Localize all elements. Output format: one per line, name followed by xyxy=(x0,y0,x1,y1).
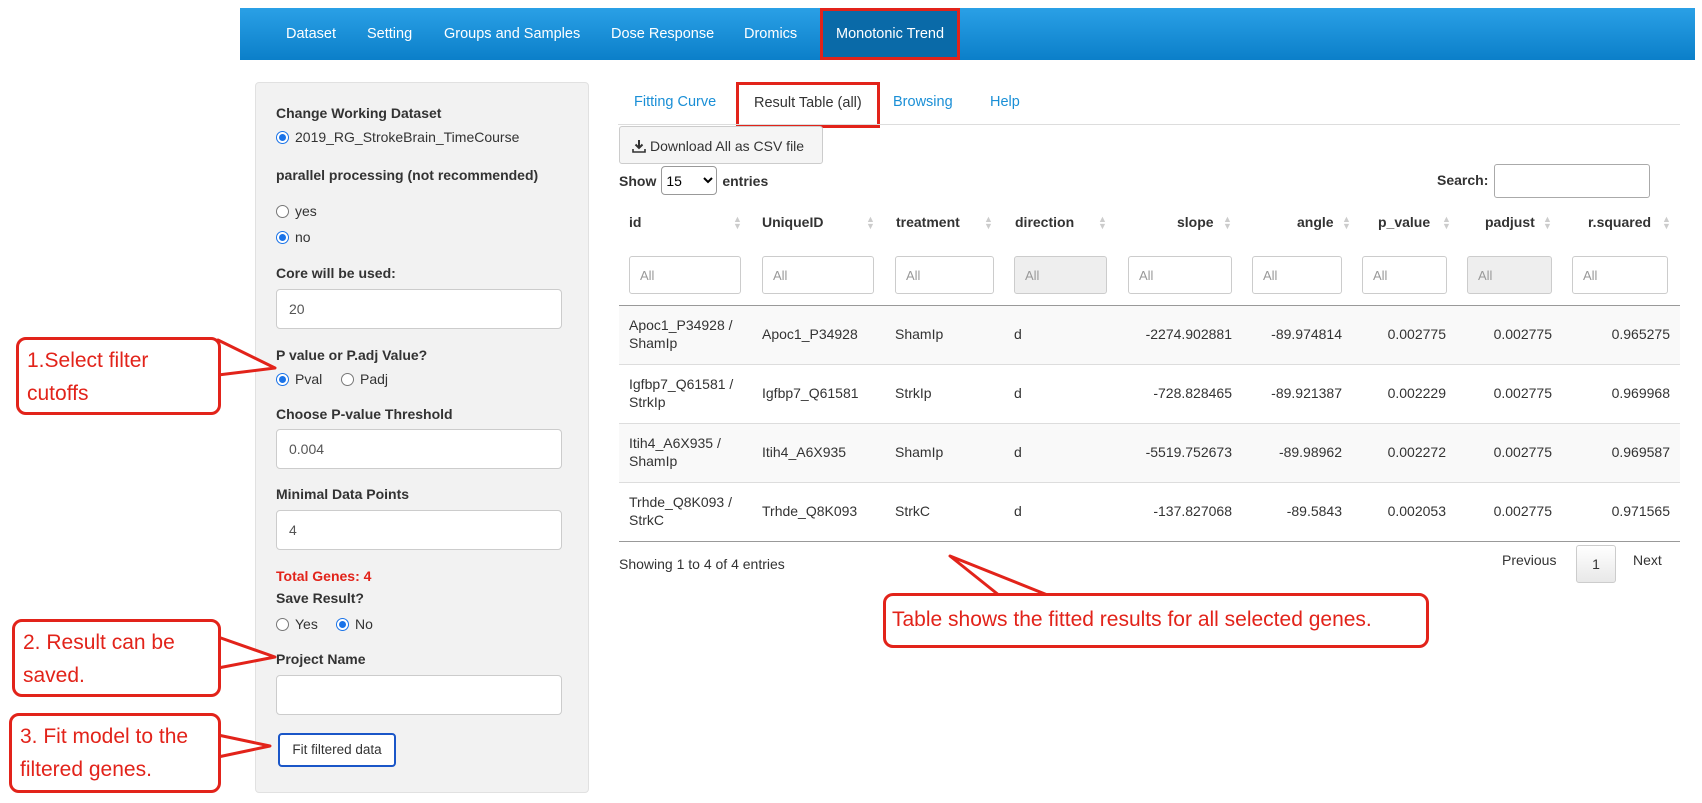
callout-pointers xyxy=(216,338,1052,759)
callout-table-description: Table shows the fitted results for all s… xyxy=(883,593,1429,648)
callout-fit-model: 3. Fit model to the filtered genes. xyxy=(9,713,221,793)
callout-filter-cutoffs: 1.Select filter cutoffs xyxy=(16,337,221,415)
callout-result-saved: 2. Result can be saved. xyxy=(12,619,221,697)
